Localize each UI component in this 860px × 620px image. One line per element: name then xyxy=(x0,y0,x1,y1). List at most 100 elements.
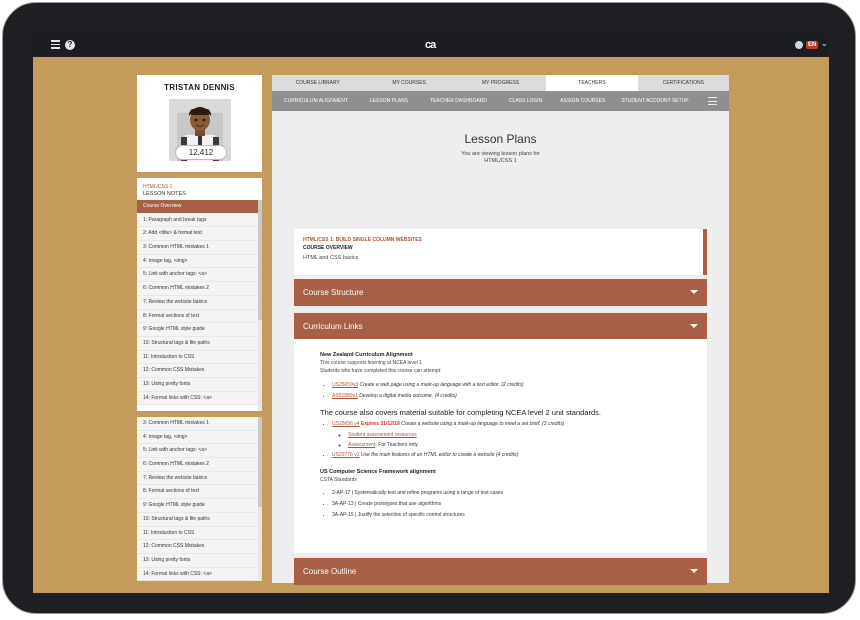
nz-line2: Students who have completed this course … xyxy=(320,368,442,374)
page-subtitle-line1: You are viewing lesson plans for xyxy=(461,151,540,157)
overview-title: COURSE OVERVIEW xyxy=(303,245,353,251)
lesson-item[interactable]: 12: Common CSS Mistakes xyxy=(137,540,258,554)
lesson-notes-header: HTML/CSS 1 LESSON NOTES xyxy=(137,178,262,200)
tab-course-library[interactable]: COURSE LIBRARY xyxy=(272,75,363,91)
list-item: 3A-AP-15 | Justify the selection of spec… xyxy=(332,510,707,521)
assessment-link[interactable]: Assessment xyxy=(348,442,375,448)
standard-text: Develop a digital media outcome. (4 cred… xyxy=(359,393,457,399)
caret-down-icon xyxy=(690,290,698,294)
accordion-label: Curriculum Links xyxy=(303,322,363,331)
accordion-course-outline[interactable]: Course Outline xyxy=(294,558,707,585)
subnav-teacher-dashboard[interactable]: TEACHER DASHBOARD xyxy=(408,91,487,111)
standard-text: Create a web page using a mark-up langua… xyxy=(359,382,524,388)
lesson-item[interactable]: 10: Structural tags & file paths xyxy=(137,512,258,527)
subnav-curriculum-alignment[interactable]: CURRICULUM ALIGNMENT xyxy=(272,91,348,111)
lesson-item-overview[interactable]: Course Overview xyxy=(137,200,258,214)
us-sub: CSTA Standards xyxy=(320,477,357,483)
lesson-item[interactable]: 13: Using pretty fonts xyxy=(137,553,258,568)
top-tabs: COURSE LIBRARY MY COURSES MY PROGRESS TE… xyxy=(272,75,729,91)
lesson-item[interactable]: 11: Introduction to CSS xyxy=(137,526,258,541)
lesson-item[interactable]: 8: Format sections of text xyxy=(137,485,258,500)
list-item: US25656 v4 Expires 31/12/19 Create a web… xyxy=(332,419,707,450)
teachers-only-note: - For Teachers only xyxy=(375,442,418,448)
standard-link[interactable]: US25659v3 xyxy=(332,382,358,388)
list-item: 2-AP-17 | Systematically test and refine… xyxy=(332,488,707,499)
lesson-item[interactable]: 2: Add <title> & format text xyxy=(137,227,258,242)
screen: ? ca EN ⌄ TRISTAN DENNIS 12,412 HTML/CSS… xyxy=(33,33,829,593)
app-logo[interactable]: ca xyxy=(425,39,436,51)
accordion-label: Course Outline xyxy=(303,567,357,576)
score-badge: 12,412 xyxy=(175,145,227,160)
us-heading: US Computer Science Framework alignment xyxy=(320,469,436,475)
overview-description: HTML and CSS basics xyxy=(303,255,359,261)
subnav-menu-icon[interactable] xyxy=(708,97,717,108)
lesson-item[interactable]: 13: Using pretty fonts xyxy=(137,377,258,392)
accordion-course-structure[interactable]: Course Structure xyxy=(294,279,707,306)
lesson-item[interactable]: 7: Review the website basics xyxy=(137,471,258,486)
lesson-item[interactable]: 9: Google HTML style guide xyxy=(137,323,258,337)
tab-certifications[interactable]: CERTIFICATIONS xyxy=(638,75,729,91)
page-title: Lesson Plans xyxy=(464,132,537,146)
language-badge[interactable]: EN xyxy=(806,41,819,49)
list-item: Student assessment resources xyxy=(348,430,707,440)
lesson-item[interactable]: 6: Common HTML mistakes 2 xyxy=(137,282,258,296)
list-item: Assessment- For Teachers only xyxy=(348,440,707,450)
lesson-notes-panel: HTML/CSS 1 LESSON NOTES Course Overview … xyxy=(137,178,262,411)
profile-card: TRISTAN DENNIS 12,412 xyxy=(137,75,262,172)
curriculum-links-content: New Zealand Curriculum Alignment This co… xyxy=(294,339,707,553)
list-item: 3A-AP-13 | Create prototypes that use al… xyxy=(332,499,707,510)
hamburger-menu-icon[interactable] xyxy=(51,40,60,50)
list-item: US29776 v1 Use the main features of an H… xyxy=(332,450,707,461)
tab-teachers[interactable]: TEACHERS xyxy=(546,75,638,91)
accordion-curriculum-links[interactable]: Curriculum Links xyxy=(294,313,707,340)
lesson-item[interactable]: 9: Google HTML style guide xyxy=(137,499,258,513)
expiry-badge: Expires 31/12/19 xyxy=(360,421,400,427)
profile-name: TRISTAN DENNIS xyxy=(164,83,235,92)
lesson-item[interactable]: 4: Image tag, <img> xyxy=(137,430,258,445)
nz-heading: New Zealand Curriculum Alignment xyxy=(320,352,413,358)
lesson-item[interactable]: 7: Review the website basics xyxy=(137,295,258,310)
page-subtitle-line2: HTML/CSS 1 xyxy=(484,158,517,164)
lesson-item[interactable]: 14: Format links with CSS: <a> xyxy=(137,567,258,581)
subnav-student-account-setup[interactable]: STUDENT ACCOUNT SETUP xyxy=(605,91,688,111)
lesson-item[interactable]: 8: Format sections of text xyxy=(137,309,258,324)
lesson-item[interactable]: 10: Structural tags & file paths xyxy=(137,336,258,351)
nz-line1: This course supports learning at NCEA le… xyxy=(320,360,422,366)
chevron-down-icon[interactable]: ⌄ xyxy=(821,39,828,49)
subnav-lesson-plans[interactable]: LESSON PLANS xyxy=(348,91,408,111)
lesson-notes-course: HTML/CSS 1 xyxy=(143,184,173,190)
lesson-item[interactable]: 5: Link with anchor tags: <a> xyxy=(137,268,258,283)
tab-my-courses[interactable]: MY COURSES xyxy=(363,75,454,91)
lesson-item[interactable]: 12: Common CSS Mistakes xyxy=(137,364,258,378)
scrollbar-thumb[interactable] xyxy=(258,417,262,507)
course-overview-card: HTML/CSS 1: BUILD SINGLE COLUMN WEBSITES… xyxy=(294,229,707,275)
top-bar: ? ca EN ⌄ xyxy=(33,33,829,57)
caret-down-icon xyxy=(690,324,698,328)
lesson-item[interactable]: 11: Introduction to CSS xyxy=(137,350,258,365)
standard-link[interactable]: US29776 v1 xyxy=(332,452,360,458)
lesson-item[interactable]: 6: Common HTML mistakes 2 xyxy=(137,458,258,472)
list-item: AS91880v1 Develop a digital media outcom… xyxy=(332,391,707,402)
standard-text: Use the main features of an HTML editor … xyxy=(360,452,519,458)
lesson-item[interactable]: 3: Common HTML mistakes 1 xyxy=(137,417,258,431)
lesson-notes-panel-second: 3: Common HTML mistakes 1 4: Image tag, … xyxy=(137,417,262,581)
lesson-list: Course Overview 1: Paragraph and break t… xyxy=(137,200,258,406)
scrollbar-thumb[interactable] xyxy=(258,200,262,320)
lesson-list-second: 3: Common HTML mistakes 1 4: Image tag, … xyxy=(137,417,258,581)
lesson-item[interactable]: 3: Common HTML mistakes 1 xyxy=(137,241,258,255)
teacher-subnav: CURRICULUM ALIGNMENT LESSON PLANS TEACHE… xyxy=(272,91,729,111)
lesson-item[interactable]: 14: Format links with CSS: <a> xyxy=(137,391,258,406)
lesson-item[interactable]: 5: Link with anchor tags: <a> xyxy=(137,444,258,459)
help-icon[interactable]: ? xyxy=(65,40,75,50)
lesson-item[interactable]: 4: Image tag, <img> xyxy=(137,254,258,269)
tab-my-progress[interactable]: MY PROGRESS xyxy=(455,75,546,91)
standard-link[interactable]: AS91880v1 xyxy=(332,393,358,399)
standard-link[interactable]: US25656 v4 xyxy=(332,421,360,427)
subnav-assign-courses[interactable]: ASSIGN COURSES xyxy=(542,91,605,111)
lesson-item[interactable]: 1: Paragraph and break tags xyxy=(137,213,258,228)
accordion-label: Course Structure xyxy=(303,288,364,297)
tablet-bezel: ? ca EN ⌄ TRISTAN DENNIS 12,412 HTML/CSS… xyxy=(2,2,856,614)
subnav-class-login[interactable]: CLASS LOGIN xyxy=(487,91,542,111)
student-resources-link[interactable]: Student assessment resources xyxy=(348,432,417,438)
resources-sublist: Student assessment resources Assessment-… xyxy=(332,430,707,450)
